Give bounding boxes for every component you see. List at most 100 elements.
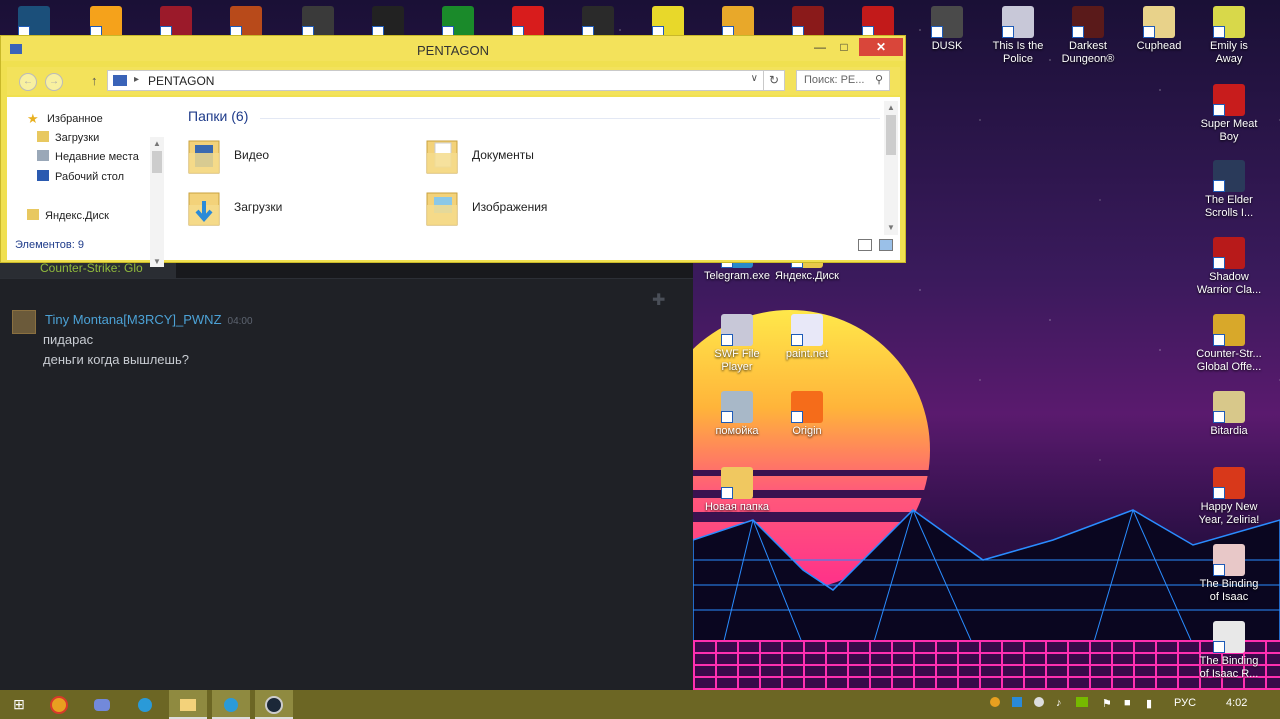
address-input[interactable]: ▸ PENTAGON ∨ (107, 70, 765, 91)
app2-icon[interactable] (90, 6, 122, 38)
title-bar[interactable]: PENTAGON — □ ✕ (1, 36, 905, 61)
shortcut-label: Яндекс.Диск (775, 270, 839, 282)
app6-icon[interactable] (372, 6, 404, 38)
nav-item-favorites[interactable]: ★ Избранное (27, 111, 103, 126)
tray-steam-icon[interactable] (1034, 697, 1044, 710)
desktop-shortcut[interactable]: Cuphead (1124, 6, 1194, 53)
tray-network-icon[interactable] (1012, 697, 1022, 710)
chrome-icon[interactable] (40, 690, 78, 719)
desktop-shortcut[interactable]: Origin (772, 391, 842, 438)
nav-item-downloads[interactable]: Загрузки (37, 131, 99, 144)
minimize-button[interactable]: — (809, 38, 831, 56)
app7-icon[interactable] (442, 6, 474, 38)
desktop-icon (37, 170, 49, 181)
forward-button[interactable]: → (45, 73, 63, 91)
nav-scrollbar[interactable]: ▲ ▼ (150, 137, 164, 267)
nav-label: Избранное (47, 113, 103, 125)
shortcut-label: Super Meat Boy (1200, 118, 1258, 143)
desktop-shortcut[interactable]: This Is the Police (983, 6, 1053, 66)
tray-usb-icon[interactable]: ■ (1124, 697, 1131, 709)
nav-item-yandex-disk[interactable]: Яндекс.Диск (27, 209, 109, 222)
content-scrollbar[interactable]: ▲ ▼ (884, 101, 898, 235)
sender-name[interactable]: Tiny Montana[M3RCY]_PWNZ 04:00 (45, 312, 253, 327)
group-header[interactable]: Папки (6) (188, 108, 248, 124)
details-view-icon[interactable] (858, 239, 872, 251)
maximize-button[interactable]: □ (833, 38, 855, 56)
app5-icon[interactable] (302, 6, 334, 38)
steam-icon[interactable] (255, 690, 293, 719)
up-arrow-icon[interactable]: ↑ (91, 73, 98, 88)
group-divider (260, 118, 880, 119)
app9-icon[interactable] (582, 6, 614, 38)
steam-chat-panel: Counter-Strike: Glo ✚ Tiny Montana[M3RCY… (0, 258, 693, 690)
folder-label: Документы (472, 148, 534, 162)
shortcut-label: Emily is Away (1210, 40, 1248, 65)
shortcut-icon (1213, 6, 1245, 38)
add-friend-icon[interactable]: ✚ (652, 290, 674, 310)
app10-icon[interactable] (652, 6, 684, 38)
app3-icon[interactable] (160, 6, 192, 38)
app4-icon[interactable] (230, 6, 262, 38)
message-time: 04:00 (227, 316, 253, 327)
scroll-down-icon[interactable]: ▼ (153, 257, 161, 266)
explorer-window: PENTAGON — □ ✕ ← → ↑ ▸ PENTAGON ∨ ↻ Поис… (0, 35, 906, 267)
back-button[interactable]: ← (19, 73, 37, 91)
scroll-up-icon[interactable]: ▲ (153, 139, 161, 148)
path-segment[interactable]: PENTAGON (148, 74, 214, 88)
desktop-shortcut[interactable]: The Binding of Isaac R... (1194, 621, 1264, 681)
desktop-shortcut[interactable]: Counter-Str... Global Offe... (1194, 314, 1264, 374)
tray-nvidia-icon[interactable] (1076, 697, 1088, 710)
scroll-thumb[interactable] (152, 151, 162, 173)
search-input[interactable]: Поиск: PE... ⚲ (796, 70, 890, 91)
shortcut-icon (791, 391, 823, 423)
telegram-window-icon[interactable] (212, 690, 250, 719)
desktop-shortcut[interactable]: paint.net (772, 314, 842, 361)
desktop-shortcut[interactable]: Bitardia (1194, 391, 1264, 438)
chat-message-2: деньги когда вышлешь? (43, 352, 189, 367)
tray-flag-icon[interactable]: ⚑ (1102, 697, 1112, 710)
app8-icon[interactable] (512, 6, 544, 38)
language-indicator[interactable]: РУС (1174, 697, 1196, 709)
tray-chrome-icon[interactable] (990, 697, 1000, 710)
chevron-right-icon[interactable]: ▸ (134, 74, 139, 85)
file-explorer-icon[interactable] (169, 690, 207, 719)
desktop-shortcut[interactable]: Super Meat Boy (1194, 84, 1264, 144)
desktop-shortcut[interactable]: The Elder Scrolls I... (1194, 160, 1264, 220)
desktop-shortcut[interactable]: помойка (702, 391, 772, 438)
close-button[interactable]: ✕ (859, 38, 903, 56)
desktop-shortcut[interactable]: The Binding of Isaac (1194, 544, 1264, 604)
nav-item-desktop[interactable]: Рабочий стол (37, 170, 124, 183)
desktop-shortcut[interactable]: Shadow Warrior Cla... (1194, 237, 1264, 297)
desktop-shortcut[interactable]: Новая папка (702, 467, 772, 514)
desktop-shortcut[interactable]: SWF File Player (702, 314, 772, 374)
desktop-shortcut[interactable]: Darkest Dungeon® (1053, 6, 1123, 66)
clock[interactable]: 4:02 (1226, 697, 1247, 709)
shortcut-icon (931, 6, 963, 38)
downloads-folder-icon (188, 192, 220, 226)
search-placeholder: Поиск: PE... (804, 74, 865, 86)
search-icon[interactable]: ⚲ (875, 73, 883, 86)
telegram-icon[interactable] (126, 690, 164, 719)
discord-icon[interactable] (83, 690, 121, 719)
steam-app-icon[interactable] (18, 6, 50, 38)
navigation-pane: ★ Избранное Загрузки Недавние места Рабоч… (7, 97, 165, 267)
nav-item-recent[interactable]: Недавние места (37, 150, 139, 163)
refresh-button[interactable]: ↻ (763, 70, 785, 91)
app11-icon[interactable] (722, 6, 754, 38)
start-windows-icon[interactable]: ⊞ (0, 690, 38, 719)
large-icons-view-icon[interactable] (879, 239, 893, 251)
folder-label: Загрузки (234, 200, 283, 214)
dota-icon[interactable] (862, 6, 894, 38)
app12-icon[interactable] (792, 6, 824, 38)
desktop-shortcut[interactable]: Emily is Away (1194, 6, 1264, 66)
tray-signal-icon[interactable]: ▮ (1146, 697, 1152, 710)
desktop-shortcut[interactable]: Happy New Year, Zeliria! (1194, 467, 1264, 527)
scroll-up-icon[interactable]: ▲ (887, 103, 895, 112)
scroll-thumb[interactable] (886, 115, 896, 155)
video-folder-icon (188, 140, 220, 174)
tray-volume-icon[interactable]: ♪ (1056, 697, 1062, 709)
chevron-down-icon[interactable]: ∨ (751, 73, 758, 84)
avatar[interactable] (12, 310, 36, 334)
desktop-shortcut[interactable]: DUSK (912, 6, 982, 53)
scroll-down-icon[interactable]: ▼ (887, 223, 895, 232)
